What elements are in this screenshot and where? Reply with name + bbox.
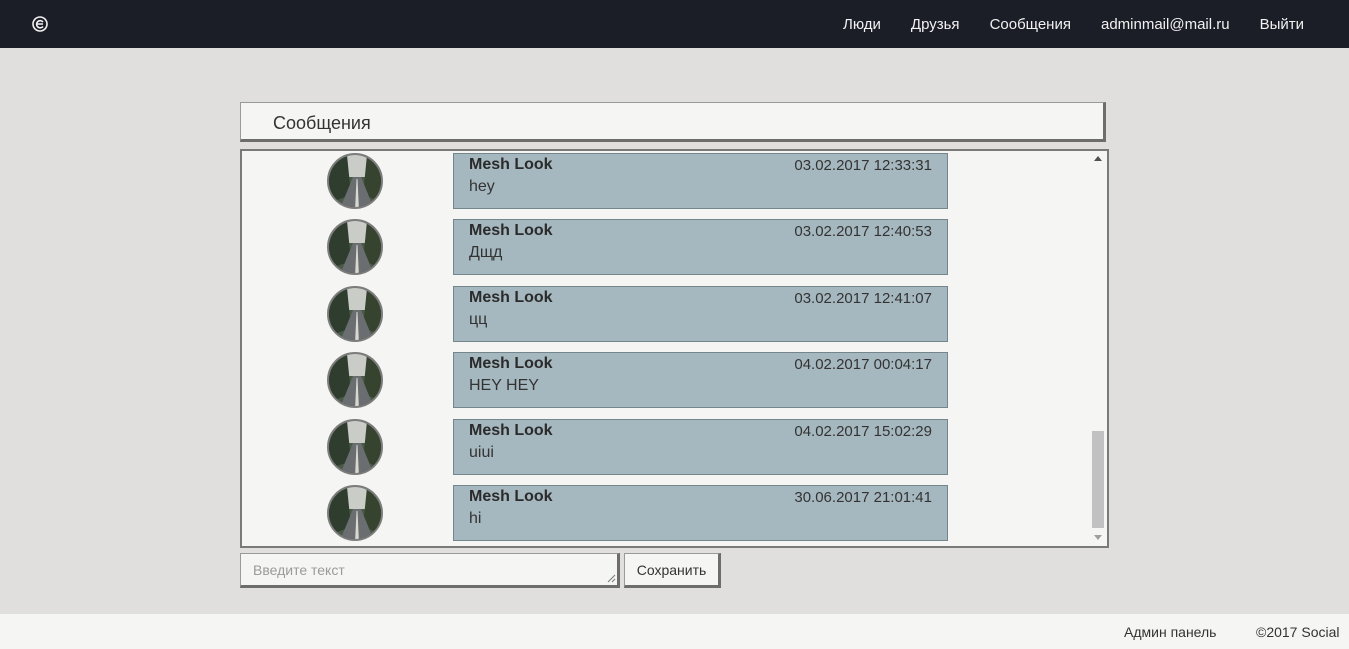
- message-text: Дщд: [469, 244, 503, 262]
- scrollbar[interactable]: [1090, 151, 1107, 546]
- message-bubble: Mesh Look 30.06.2017 21:01:41 hi: [453, 485, 948, 541]
- message-input[interactable]: [240, 553, 620, 588]
- message-row: Mesh Look 04.02.2017 15:02:29 uiui: [242, 417, 1092, 475]
- message-bubble: Mesh Look 03.02.2017 12:41:07 цц: [453, 285, 948, 342]
- save-button[interactable]: Сохранить: [624, 553, 721, 588]
- nav-link-account[interactable]: adminmail@mail.ru: [1101, 16, 1230, 33]
- admin-panel-link[interactable]: Админ панель: [1124, 624, 1216, 640]
- message-timestamp: 03.02.2017 12:41:07: [794, 289, 932, 307]
- messages-list[interactable]: Mesh Look 03.02.2017 12:33:31 hey Mesh Look…: [240, 149, 1109, 548]
- scrollbar-thumb[interactable]: [1092, 431, 1104, 528]
- message-text: HEY HEY: [469, 377, 539, 395]
- avatar[interactable]: [327, 352, 383, 409]
- copyright-text: ©2017 Social: [1256, 624, 1340, 640]
- message-author[interactable]: Mesh Look: [469, 222, 553, 240]
- message-row: Mesh Look 03.02.2017 12:40:53 Дщд: [242, 217, 1092, 276]
- nav-link-logout[interactable]: Выйти: [1260, 16, 1304, 33]
- chevron-down-icon[interactable]: [1094, 535, 1102, 540]
- message-bubble: Mesh Look 03.02.2017 12:40:53 Дщд: [453, 219, 948, 276]
- avatar[interactable]: [327, 153, 383, 209]
- message-row: Mesh Look 04.02.2017 00:04:17 HEY HEY: [242, 350, 1092, 409]
- message-author[interactable]: Mesh Look: [469, 289, 553, 307]
- message-timestamp: 03.02.2017 12:33:31: [794, 157, 932, 174]
- message-text: uiui: [469, 443, 494, 461]
- message-bubble: Mesh Look 04.02.2017 15:02:29 uiui: [453, 418, 948, 475]
- navbar: Люди Друзья Сообщения adminmail@mail.ru …: [0, 0, 1349, 48]
- message-author[interactable]: Mesh Look: [469, 488, 553, 506]
- message-bubble: Mesh Look 04.02.2017 00:04:17 HEY HEY: [453, 352, 948, 409]
- chevron-up-icon[interactable]: [1094, 156, 1102, 161]
- footer: Админ панель ©2017 Social: [0, 614, 1349, 649]
- avatar[interactable]: [327, 418, 383, 475]
- message-timestamp: 30.06.2017 21:01:41: [794, 489, 932, 506]
- message-text: цц: [469, 310, 488, 328]
- message-timestamp: 04.02.2017 00:04:17: [794, 356, 932, 374]
- nav-link-people[interactable]: Люди: [843, 16, 881, 33]
- message-author[interactable]: Mesh Look: [469, 355, 553, 373]
- message-text: hi: [469, 510, 482, 527]
- logo-icon[interactable]: [31, 15, 49, 33]
- message-row: Mesh Look 03.02.2017 12:41:07 цц: [242, 284, 1092, 342]
- avatar[interactable]: [327, 485, 383, 541]
- messages-panel-header: Сообщения: [240, 102, 1106, 142]
- message-text: hey: [469, 178, 495, 195]
- page-title: Сообщения: [273, 113, 371, 133]
- message-author[interactable]: Mesh Look: [469, 156, 553, 174]
- message-timestamp: 03.02.2017 12:40:53: [794, 223, 932, 241]
- avatar[interactable]: [327, 285, 383, 342]
- resize-grip-icon[interactable]: [607, 574, 616, 583]
- nav-link-messages[interactable]: Сообщения: [990, 16, 1071, 33]
- nav-link-friends[interactable]: Друзья: [911, 16, 960, 33]
- message-author[interactable]: Mesh Look: [469, 422, 553, 440]
- message-row: Mesh Look 03.02.2017 12:33:31 hey: [242, 151, 1092, 209]
- nav-links: Люди Друзья Сообщения adminmail@mail.ru …: [813, 0, 1304, 48]
- message-timestamp: 04.02.2017 15:02:29: [794, 422, 932, 440]
- avatar[interactable]: [327, 219, 383, 276]
- message-bubble: Mesh Look 03.02.2017 12:33:31 hey: [453, 153, 948, 209]
- message-row: Mesh Look 30.06.2017 21:01:41 hi: [242, 483, 1092, 541]
